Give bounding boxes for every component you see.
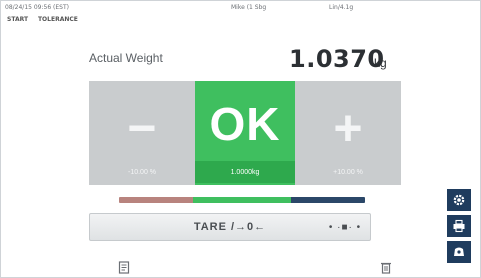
app-frame: 08/24/15 09:56 (EST) Mike (1 Sbg Lin/4.1… bbox=[0, 0, 481, 278]
ok-panel[interactable]: OK 1.0000kg bbox=[195, 81, 295, 185]
tolerance-bar bbox=[119, 197, 365, 203]
scale-icon bbox=[454, 247, 464, 256]
status-datetime: 08/24/15 09:56 (EST) bbox=[5, 4, 69, 11]
plus-tolerance-panel[interactable]: + +10.00 % bbox=[295, 81, 401, 185]
breadcrumb-mode: TOLERANCE bbox=[37, 16, 78, 23]
weight-value: 1.0370 bbox=[289, 45, 385, 73]
weight-unit: kg bbox=[374, 56, 387, 70]
tolerance-bar-over bbox=[291, 197, 365, 203]
plus-sign: + bbox=[333, 100, 363, 156]
status-user: Mike (1 Sbg bbox=[231, 4, 267, 11]
settings-icon bbox=[453, 194, 465, 206]
target-weight: 1.0000kg bbox=[230, 169, 260, 176]
print-button[interactable] bbox=[447, 215, 471, 237]
breadcrumb-start[interactable]: START bbox=[7, 16, 28, 23]
breadcrumb: START TOLERANCE bbox=[7, 16, 86, 25]
document-icon[interactable] bbox=[117, 260, 131, 274]
tolerance-bar-under bbox=[119, 197, 193, 203]
scale-button[interactable] bbox=[447, 241, 471, 263]
tare-label: TARE /→0← bbox=[193, 221, 267, 233]
weight-label: Actual Weight bbox=[89, 51, 163, 65]
tolerance-bar-ok bbox=[192, 197, 292, 203]
minus-tolerance-panel[interactable]: − -10.00 % bbox=[89, 81, 195, 185]
printer-icon bbox=[453, 219, 465, 233]
delete-icon[interactable] bbox=[379, 260, 393, 274]
settings-button[interactable] bbox=[447, 189, 471, 211]
minus-limit: -10.00 % bbox=[127, 169, 157, 176]
level-indicator: • ·■· • bbox=[328, 221, 362, 233]
ok-sign: OK bbox=[209, 98, 281, 150]
status-bar: 08/24/15 09:56 (EST) Mike (1 Sbg Lin/4.1… bbox=[5, 4, 475, 14]
minus-sign: − bbox=[127, 100, 157, 156]
plus-limit: +10.00 % bbox=[333, 169, 363, 176]
status-balance: Lin/4.1g bbox=[329, 4, 354, 11]
